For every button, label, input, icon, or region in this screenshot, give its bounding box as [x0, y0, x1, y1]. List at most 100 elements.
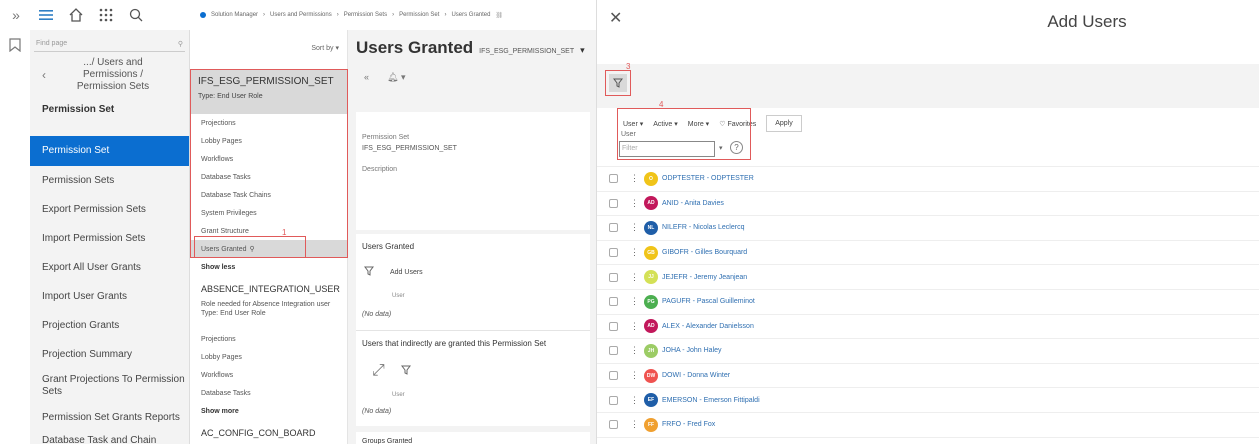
row-checkbox[interactable]: [609, 321, 618, 331]
user-row[interactable]: ⋮ O ODPTESTER - ODPTESTER: [597, 167, 1259, 192]
breadcrumb-item[interactable]: Users and Permissions: [270, 12, 332, 18]
user-filter-input[interactable]: Filter: [619, 141, 715, 157]
user-row[interactable]: ⋮ GB GIBOFR - Gilles Bourquard: [597, 241, 1259, 266]
kebab-menu-icon[interactable]: ⋮: [630, 395, 639, 406]
expand-icon[interactable]: ⤢: [372, 362, 385, 380]
nav-item[interactable]: Export All User Grants: [30, 253, 189, 282]
user-row[interactable]: ⋮ FF FRFO - Fred Fox: [597, 413, 1259, 438]
filter-toggle-button[interactable]: [609, 74, 627, 92]
collapse-icon[interactable]: «: [364, 72, 369, 83]
user-name-link[interactable]: DOWI - Donna Winter: [662, 372, 730, 379]
sub-item[interactable]: Workflows: [190, 366, 348, 384]
nav-item[interactable]: Projection Grants: [30, 311, 189, 340]
sub-item[interactable]: System Privileges: [190, 204, 348, 222]
expand-double-chevron-icon[interactable]: »: [8, 7, 24, 23]
kebab-menu-icon[interactable]: ⋮: [630, 321, 639, 332]
user-row[interactable]: ⋮ AD ALEX - Alexander Danielsson: [597, 315, 1259, 340]
home-icon[interactable]: [68, 7, 84, 23]
sub-item[interactable]: Database Tasks: [190, 384, 348, 402]
bookmark-icon[interactable]: [9, 38, 21, 57]
kebab-menu-icon[interactable]: ⋮: [630, 370, 639, 381]
user-name-link[interactable]: JEJEFR - Jeremy Jeanjean: [662, 274, 747, 281]
user-name-link[interactable]: NILEFR - Nicolas Leclercq: [662, 224, 744, 231]
row-checkbox[interactable]: [609, 223, 618, 233]
nav-item[interactable]: Grant Projections To Permission Sets: [30, 369, 189, 403]
user-row[interactable]: ⋮ DW DOWI - Donna Winter: [597, 364, 1259, 389]
kebab-menu-icon[interactable]: ⋮: [630, 247, 639, 258]
more-filter-dropdown[interactable]: More ▾: [688, 120, 709, 128]
nav-item[interactable]: Export Permission Sets: [30, 195, 189, 224]
apps-grid-icon[interactable]: [98, 7, 114, 23]
breadcrumb-item[interactable]: Permission Sets: [344, 12, 387, 18]
user-row[interactable]: ⋮ EF EMERSON - Emerson Fittipaldi: [597, 388, 1259, 413]
sub-item[interactable]: Users Granted ⚲: [190, 240, 348, 258]
nav-item[interactable]: Import User Grants: [30, 282, 189, 311]
user-name-link[interactable]: PAGUFR - Pascal Guilleminot: [662, 298, 755, 305]
nav-item[interactable]: Database Task and Chain Grants ›: [30, 432, 189, 444]
user-filter-dropdown[interactable]: User ▾: [623, 120, 643, 128]
user-name-link[interactable]: EMERSON - Emerson Fittipaldi: [662, 397, 760, 404]
user-name-link[interactable]: ALEX - Alexander Danielsson: [662, 323, 754, 330]
sub-item[interactable]: Show more: [190, 402, 348, 420]
nav-item[interactable]: Import Permission Sets: [30, 224, 189, 253]
favorites-button[interactable]: ♡ Favorites: [719, 120, 756, 128]
nav-item[interactable]: Permission Sets: [30, 166, 189, 195]
kebab-menu-icon[interactable]: ⋮: [630, 173, 639, 184]
sort-by-dropdown[interactable]: Sort by ▾: [311, 44, 339, 52]
user-name-link[interactable]: JOHA - John Haley: [662, 347, 722, 354]
sub-item[interactable]: Lobby Pages: [190, 348, 348, 366]
chevron-down-icon[interactable]: ▾: [580, 45, 585, 56]
kebab-menu-icon[interactable]: ⋮: [630, 296, 639, 307]
row-checkbox[interactable]: [609, 174, 618, 184]
user-name-link[interactable]: GIBOFR - Gilles Bourquard: [662, 249, 747, 256]
user-row[interactable]: ⋮ AD ANID - Anita Davies: [597, 192, 1259, 217]
kebab-menu-icon[interactable]: ⋮: [630, 222, 639, 233]
row-checkbox[interactable]: [609, 272, 618, 282]
row-checkbox[interactable]: [609, 371, 618, 381]
nav-back-link[interactable]: ‹ .../ Users and Permissions / Permissio…: [30, 52, 189, 92]
row-checkbox[interactable]: [609, 198, 618, 208]
link-icon[interactable]: ⛓: [495, 12, 503, 19]
filter-icon[interactable]: [400, 362, 411, 380]
kebab-menu-icon[interactable]: ⋮: [630, 272, 639, 283]
nav-item[interactable]: Permission Set Grants Reports: [30, 403, 189, 432]
sub-item[interactable]: Workflows: [190, 150, 348, 168]
kebab-menu-icon[interactable]: ⋮: [630, 345, 639, 356]
hamburger-menu-icon[interactable]: [38, 7, 54, 23]
sub-item[interactable]: Projections: [190, 114, 348, 132]
user-name-link[interactable]: FRFO - Fred Fox: [662, 421, 715, 428]
bell-icon[interactable]: 🔔︎ ▾: [387, 72, 405, 83]
breadcrumb-item[interactable]: Users Granted: [451, 12, 490, 18]
active-filter-dropdown[interactable]: Active ▾: [653, 120, 678, 128]
selected-permission-set[interactable]: IFS_ESG_PERMISSION_SET Type: End User Ro…: [190, 70, 348, 114]
user-name-link[interactable]: ODPTESTER - ODPTESTER: [662, 175, 754, 182]
help-icon[interactable]: ?: [730, 141, 743, 154]
row-checkbox[interactable]: [609, 346, 618, 356]
user-row[interactable]: ⋮ PG PAGUFR - Pascal Guilleminot: [597, 290, 1259, 315]
close-icon[interactable]: ✕: [609, 8, 622, 28]
sub-item[interactable]: Database Task Chains: [190, 186, 348, 204]
find-page-input[interactable]: Find page ⚲: [34, 36, 185, 52]
apply-button[interactable]: Apply: [766, 115, 802, 132]
row-checkbox[interactable]: [609, 420, 618, 430]
row-checkbox[interactable]: [609, 297, 618, 307]
kebab-menu-icon[interactable]: ⋮: [630, 419, 639, 430]
kebab-menu-icon[interactable]: ⋮: [630, 198, 639, 209]
add-users-button[interactable]: Add Users: [384, 265, 429, 280]
sub-item[interactable]: Projections: [190, 330, 348, 348]
nav-item[interactable]: Projection Summary: [30, 340, 189, 369]
permission-set-name[interactable]: AC_CONFIG_CON_BOARD: [201, 428, 316, 438]
row-checkbox[interactable]: [609, 248, 618, 258]
sub-item[interactable]: Lobby Pages: [190, 132, 348, 150]
nav-item[interactable]: Permission Set: [30, 136, 189, 166]
user-row[interactable]: ⋮ JJ JEJEFR - Jeremy Jeanjean: [597, 265, 1259, 290]
sub-item[interactable]: Grant Structure: [190, 222, 348, 240]
filter-icon[interactable]: [364, 263, 374, 281]
row-checkbox[interactable]: [609, 395, 618, 405]
user-name-link[interactable]: ANID - Anita Davies: [662, 200, 724, 207]
search-icon[interactable]: [128, 7, 144, 23]
breadcrumb-item[interactable]: Permission Set: [399, 12, 439, 18]
user-row[interactable]: ⋮ NL NILEFR - Nicolas Leclercq: [597, 216, 1259, 241]
sub-item[interactable]: Database Tasks: [190, 168, 348, 186]
user-row[interactable]: ⋮ JH JOHA - John Haley: [597, 339, 1259, 364]
